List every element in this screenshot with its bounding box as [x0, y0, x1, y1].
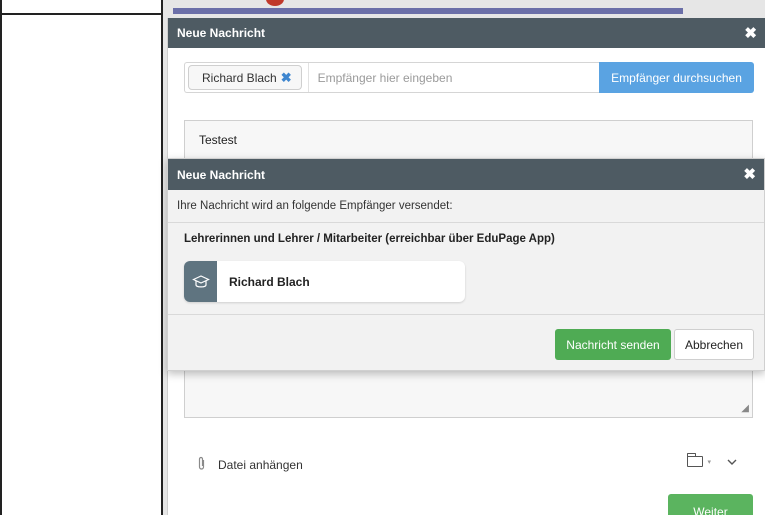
confirm-title: Neue Nachricht [177, 167, 266, 182]
close-icon[interactable]: ✖ [744, 26, 757, 41]
confirm-header: Neue Nachricht ✖ [168, 159, 764, 190]
cancel-button[interactable]: Abbrechen [674, 329, 754, 360]
background-bar [173, 8, 683, 14]
paperclip-icon [197, 456, 206, 474]
background-badge [266, 0, 284, 6]
message-text: Testest [199, 133, 238, 147]
resize-handle-icon[interactable]: ◢ [741, 403, 749, 414]
recipient-chip: Richard Blach ✖ [188, 65, 302, 90]
folder-dropdown-icon[interactable]: ▾ [707, 458, 711, 466]
recipient-row: Richard Blach ✖ Empfänger durchsuchen [184, 62, 754, 93]
recipient-chip-label: Richard Blach [202, 70, 277, 85]
recipient-name: Richard Blach [229, 274, 310, 289]
divider [2, 13, 165, 15]
compose-title: Neue Nachricht [177, 26, 266, 40]
attach-file-link[interactable]: Datei anhängen [197, 456, 303, 474]
remove-recipient-icon[interactable]: ✖ [281, 70, 292, 86]
search-recipients-button[interactable]: Empfänger durchsuchen [599, 62, 754, 93]
folder-icon[interactable] [686, 453, 704, 467]
send-message-button[interactable]: Nachricht senden [555, 329, 671, 360]
close-icon[interactable]: ✖ [743, 167, 756, 182]
confirm-dialog: Neue Nachricht ✖ Ihre Nachricht wird an … [167, 158, 765, 371]
confirm-footer: Nachricht senden Abbrechen [168, 315, 764, 370]
recipient-group: Lehrerinnen und Lehrer / Mitarbeiter (er… [168, 223, 764, 315]
compose-header: Neue Nachricht ✖ [168, 18, 765, 48]
attach-label: Datei anhängen [218, 458, 303, 472]
next-button[interactable]: Weiter [668, 494, 753, 515]
recipient-group-title: Lehrerinnen und Lehrer / Mitarbeiter (er… [184, 233, 555, 245]
chevron-down-icon[interactable] [727, 454, 737, 469]
recipient-card: Richard Blach [184, 261, 465, 302]
screen: Neue Nachricht ✖ Richard Blach ✖ Empfäng… [0, 0, 765, 515]
teacher-cap-icon [184, 261, 217, 302]
recipient-input[interactable] [307, 63, 599, 92]
left-panel [0, 0, 165, 515]
confirm-info-text: Ihre Nachricht wird an folgende Empfänge… [168, 190, 764, 223]
recipient-box[interactable]: Richard Blach ✖ [184, 62, 599, 93]
attachment-tools: ▾ [686, 453, 737, 469]
